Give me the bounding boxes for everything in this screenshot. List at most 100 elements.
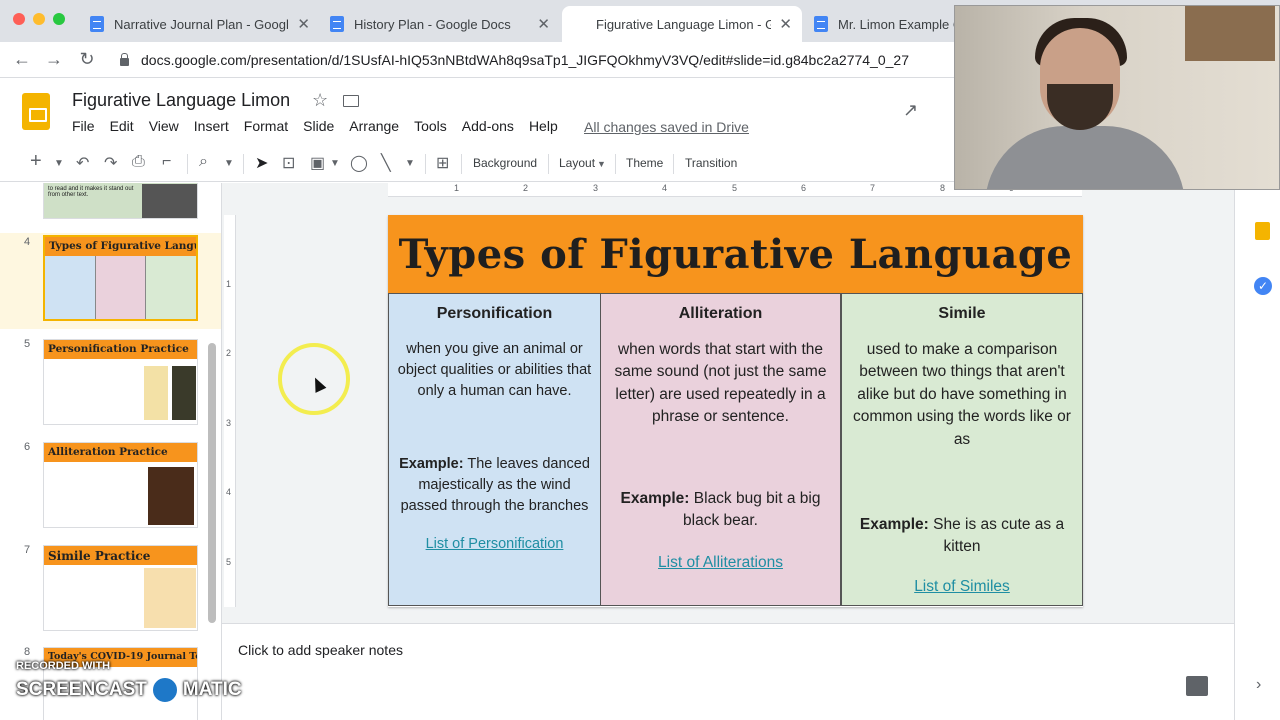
- tasks-icon[interactable]: ✓: [1254, 277, 1272, 295]
- tab-title: Figurative Language Limon - G: [596, 16, 772, 32]
- screencast-watermark: RECORDED WITH SCREENCAST MATIC: [16, 660, 242, 705]
- shape-icon[interactable]: ◯: [350, 153, 368, 173]
- alliteration-link[interactable]: List of Alliterations: [607, 552, 834, 574]
- personification-link[interactable]: List of Personification: [395, 534, 594, 555]
- simile-link[interactable]: List of Similes: [848, 576, 1076, 598]
- menu-file[interactable]: File: [72, 118, 95, 134]
- screencast-lens-icon: [149, 675, 180, 705]
- slide-number: 5: [24, 338, 31, 350]
- print-icon[interactable]: ⎙: [132, 153, 145, 171]
- line-icon[interactable]: ╲: [381, 153, 391, 173]
- zoom-window-button[interactable]: [53, 13, 65, 25]
- image-icon[interactable]: ▣: [310, 153, 325, 173]
- chevron-down-icon[interactable]: ▼: [54, 158, 64, 169]
- slide-thumbnail-6[interactable]: Alliteration Practice: [43, 442, 198, 528]
- menu-format[interactable]: Format: [244, 118, 288, 134]
- current-slide[interactable]: Types of Figurative Language Personifica…: [388, 215, 1083, 607]
- slide-thumbnail-5[interactable]: Personification Practice: [43, 339, 198, 425]
- chevron-down-icon[interactable]: ▼: [330, 158, 340, 169]
- ruler-number: 5: [226, 557, 232, 567]
- slide-title[interactable]: Types of Figurative Language: [388, 215, 1083, 293]
- text-box-icon[interactable]: ⊡: [282, 153, 295, 173]
- undo-icon[interactable]: ↶: [76, 153, 89, 173]
- menu-view[interactable]: View: [149, 118, 179, 134]
- speaker-notes-panel[interactable]: [222, 623, 1234, 720]
- layout-button[interactable]: Layout: [559, 156, 595, 170]
- chevron-right-icon[interactable]: ›: [1256, 676, 1261, 694]
- close-icon[interactable]: ✕: [779, 15, 792, 33]
- browser-tab-active[interactable]: Figurative Language Limon - G ✕: [562, 6, 974, 247]
- personification-column[interactable]: Personification when you give an animal …: [388, 293, 601, 606]
- close-window-button[interactable]: [13, 13, 25, 25]
- column-example: Example: The leaves danced majestically …: [395, 454, 594, 517]
- close-icon[interactable]: ✕: [537, 15, 550, 33]
- webcam-shelf: [1185, 6, 1275, 61]
- example-label: Example:: [620, 490, 690, 507]
- filmstrip-scrollbar[interactable]: [208, 343, 216, 623]
- add-comment-icon[interactable]: ⊞: [436, 153, 449, 173]
- example-label: Example:: [859, 516, 929, 533]
- slide-thumbnail-4[interactable]: Types of Figurative Language: [43, 235, 198, 321]
- ruler-number: 6: [801, 183, 807, 193]
- chevron-down-icon[interactable]: ▼: [597, 159, 606, 169]
- column-heading: Simile: [938, 305, 986, 322]
- theme-button[interactable]: Theme: [626, 156, 663, 170]
- slide-thumbnail-partial[interactable]: to read and it makes it stand out from o…: [43, 183, 198, 219]
- menu-tools[interactable]: Tools: [414, 118, 447, 134]
- column-definition: when words that start with the same soun…: [614, 341, 827, 426]
- toolbar-divider: [461, 154, 462, 174]
- browser-tab[interactable]: History Plan - Google Docs ✕: [320, 6, 560, 42]
- minimize-window-button[interactable]: [33, 13, 45, 25]
- toolbar-divider: [673, 154, 674, 174]
- zoom-icon[interactable]: ⌕: [199, 153, 208, 171]
- tab-title: Narrative Journal Plan - Google: [114, 16, 290, 32]
- alliteration-column[interactable]: Alliteration when words that start with …: [600, 293, 841, 606]
- slide-filmstrip: to read and it makes it stand out from o…: [0, 183, 222, 720]
- redo-icon[interactable]: ↷: [104, 153, 117, 173]
- ruler-number: 5: [732, 183, 738, 193]
- menu-addons[interactable]: Add-ons: [462, 118, 514, 134]
- thumbnail-image: [172, 366, 196, 420]
- thumbnail-title: Personification Practice: [44, 340, 197, 359]
- back-arrow-icon[interactable]: ←: [11, 49, 33, 70]
- watermark-brand-right: MATIC: [182, 679, 242, 700]
- transition-button[interactable]: Transition: [685, 156, 737, 170]
- reload-icon[interactable]: ↻: [76, 49, 98, 70]
- speaker-notes-placeholder[interactable]: Click to add speaker notes: [238, 642, 403, 658]
- toolbar-divider: [548, 154, 549, 174]
- chevron-down-icon[interactable]: ▼: [405, 158, 415, 169]
- menu-arrange[interactable]: Arrange: [349, 118, 399, 134]
- menu-help[interactable]: Help: [529, 118, 558, 134]
- save-status[interactable]: All changes saved in Drive: [584, 119, 749, 135]
- side-panel-rail: [1234, 183, 1280, 720]
- chevron-down-icon[interactable]: ▼: [224, 158, 234, 169]
- paint-format-icon[interactable]: ⌐: [162, 153, 171, 171]
- slides-logo-icon[interactable]: [22, 93, 50, 130]
- ruler-number: 8: [940, 183, 946, 193]
- browser-tab[interactable]: Narrative Journal Plan - Google ✕: [80, 6, 320, 42]
- close-icon[interactable]: ✕: [297, 15, 310, 33]
- forward-arrow-icon[interactable]: →: [43, 49, 65, 70]
- activity-dashboard-icon[interactable]: ↗: [903, 100, 918, 121]
- menu-edit[interactable]: Edit: [110, 118, 134, 134]
- explore-icon[interactable]: [1186, 676, 1208, 696]
- watermark-caption: RECORDED WITH: [16, 660, 111, 672]
- thumbnail-image: [148, 467, 194, 525]
- document-title[interactable]: Figurative Language Limon: [72, 90, 290, 111]
- slide-thumbnail-7[interactable]: Simile Practice: [43, 545, 198, 631]
- simile-column[interactable]: Simile used to make a comparison between…: [841, 293, 1083, 606]
- move-folder-icon[interactable]: [343, 95, 359, 107]
- keep-icon[interactable]: [1255, 222, 1270, 240]
- slide-number: 8: [24, 646, 31, 658]
- menu-slide[interactable]: Slide: [303, 118, 334, 134]
- star-icon[interactable]: ☆: [312, 90, 328, 111]
- menu-insert[interactable]: Insert: [194, 118, 229, 134]
- select-cursor-icon[interactable]: ➤: [255, 153, 268, 173]
- background-button[interactable]: Background: [473, 156, 537, 170]
- new-slide-icon[interactable]: +: [30, 150, 42, 173]
- ruler-number: 7: [870, 183, 876, 193]
- slide-number: 7: [24, 544, 31, 556]
- thumbnail-column: [146, 256, 196, 319]
- browser-tab[interactable]: Mr. Limon Example C: [804, 6, 964, 42]
- example-text: Black bug bit a big black bear.: [683, 490, 821, 530]
